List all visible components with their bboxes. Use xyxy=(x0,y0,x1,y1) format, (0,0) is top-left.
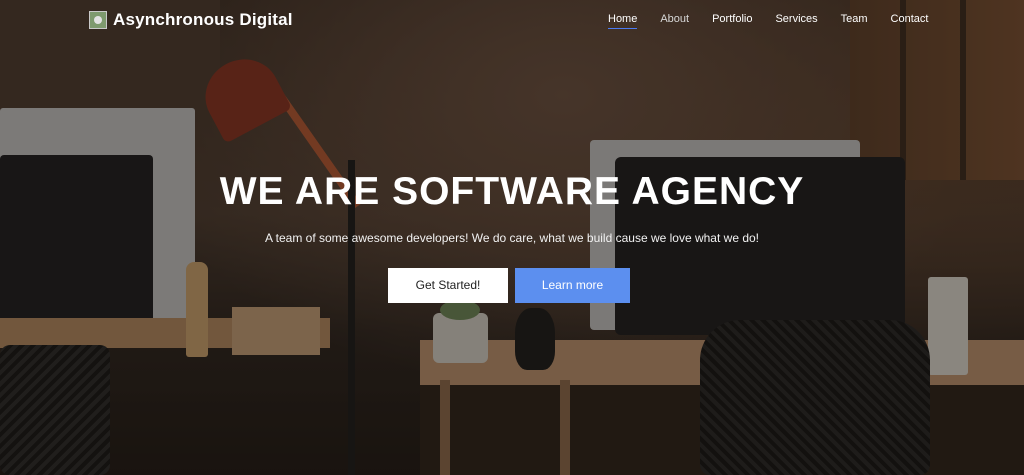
site-header: Asynchronous Digital Home About Portfoli… xyxy=(0,0,1024,40)
hero-title: WE ARE SOFTWARE AGENCY xyxy=(219,170,805,213)
main-nav: Home About Portfolio Services Team Conta… xyxy=(608,13,951,29)
brand-name: Asynchronous Digital xyxy=(113,10,293,29)
brand[interactable]: Asynchronous Digital xyxy=(89,10,293,30)
logo-icon xyxy=(89,11,107,29)
learn-more-button[interactable]: Learn more xyxy=(515,268,630,303)
nav-item-portfolio[interactable]: Portfolio xyxy=(712,13,752,29)
nav-item-team[interactable]: Team xyxy=(841,13,868,29)
get-started-button[interactable]: Get Started! xyxy=(388,268,508,303)
hero-subtitle: A team of some awesome developers! We do… xyxy=(264,231,760,245)
nav-item-services[interactable]: Services xyxy=(775,13,817,29)
nav-item-contact[interactable]: Contact xyxy=(891,13,929,29)
nav-item-about[interactable]: About xyxy=(660,13,689,29)
nav-item-home[interactable]: Home xyxy=(608,13,638,29)
